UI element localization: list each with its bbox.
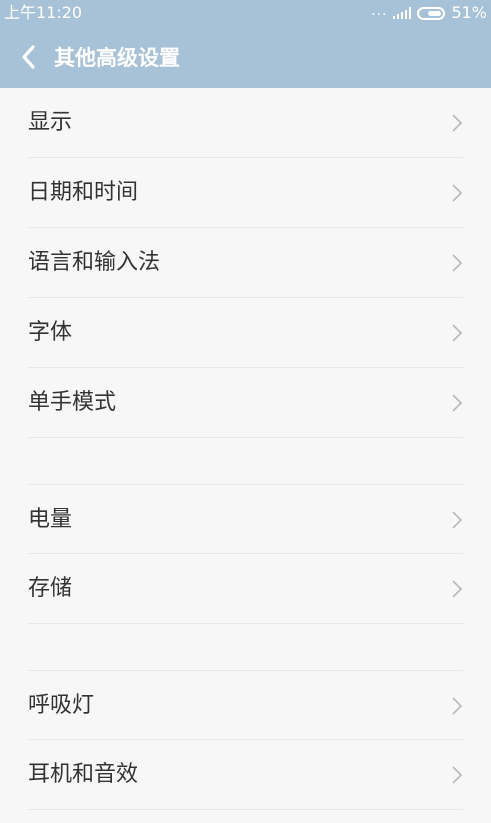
group-divider [0, 624, 491, 670]
chevron-left-icon [22, 45, 35, 69]
chevron-right-icon [452, 766, 463, 784]
chevron-right-icon [452, 697, 463, 715]
status-bar: 上午11:20 ... 51% [0, 0, 491, 26]
signal-icon [393, 7, 412, 19]
settings-item-label: 日期和时间 [28, 180, 139, 205]
battery-icon [417, 6, 446, 20]
settings-item-label: 字体 [28, 320, 73, 345]
chevron-right-icon [452, 184, 463, 202]
chevron-right-icon [452, 511, 463, 529]
chevron-right-icon [452, 114, 463, 132]
settings-item-language-input[interactable]: 语言和输入法 [28, 228, 463, 298]
settings-item-display[interactable]: 显示 [28, 88, 463, 158]
settings-item-notification-light[interactable]: 呼吸灯 [28, 670, 463, 740]
chevron-right-icon [452, 324, 463, 342]
group-divider [0, 438, 491, 484]
more-dots-icon: ... [371, 3, 388, 19]
settings-item-label: 单手模式 [28, 390, 117, 415]
chevron-right-icon [452, 394, 463, 412]
settings-item-storage[interactable]: 存储 [28, 554, 463, 624]
settings-item-font[interactable]: 字体 [28, 298, 463, 368]
chevron-right-icon [452, 580, 463, 598]
title-bar: 上午11:20 ... 51% 其他高级设置 [0, 0, 491, 88]
battery-percent: 51% [451, 3, 487, 22]
settings-item-label: 呼吸灯 [28, 693, 95, 718]
settings-item-label: 耳机和音效 [28, 762, 139, 787]
settings-item-headphones-audio[interactable]: 耳机和音效 [28, 740, 463, 810]
settings-item-battery[interactable]: 电量 [28, 484, 463, 554]
settings-item-date-time[interactable]: 日期和时间 [28, 158, 463, 228]
settings-item-label: 存储 [28, 576, 73, 601]
chevron-right-icon [452, 254, 463, 272]
back-button[interactable] [14, 42, 44, 72]
settings-item-one-handed-mode[interactable]: 单手模式 [28, 368, 463, 438]
settings-item-label: 电量 [28, 507, 73, 532]
settings-list: 显示 日期和时间 语言和输入法 字体 单手模式 电量 存储 呼吸灯 耳机和音效 [0, 88, 491, 810]
settings-item-label: 显示 [28, 110, 73, 135]
page-title: 其他高级设置 [54, 46, 180, 70]
status-time: 上午11:20 [4, 3, 83, 22]
settings-item-label: 语言和输入法 [28, 250, 161, 275]
status-indicators: ... 51% [371, 3, 487, 23]
